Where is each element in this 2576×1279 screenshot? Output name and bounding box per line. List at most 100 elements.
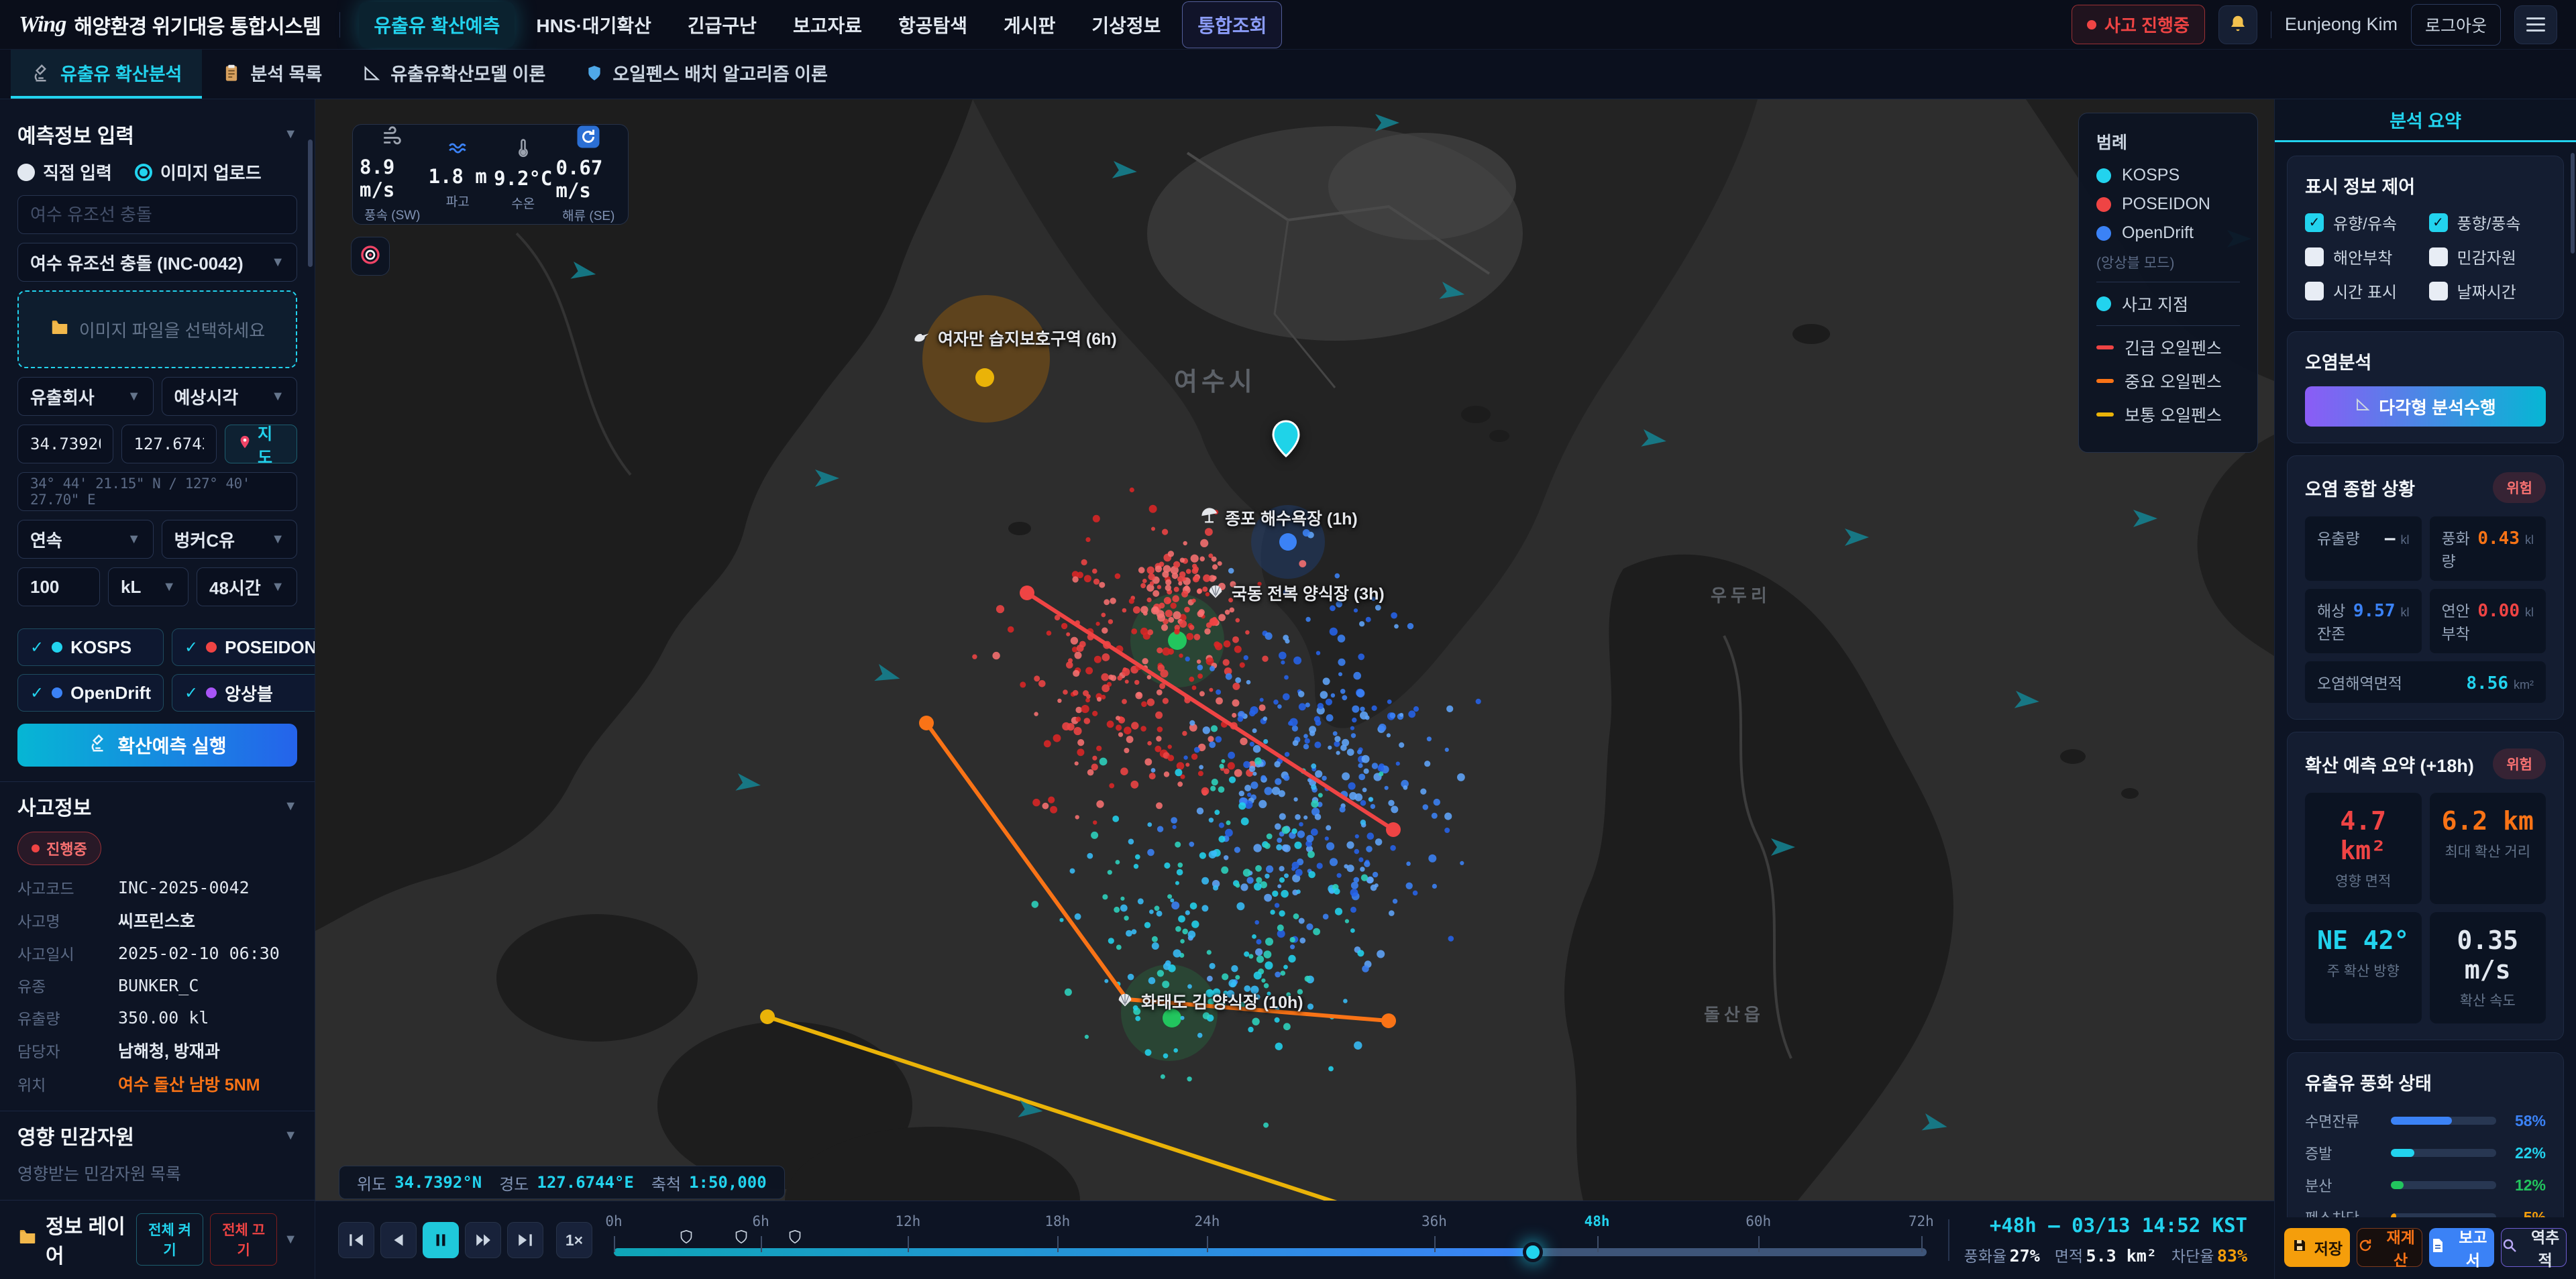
skip-end-button[interactable] [507,1222,543,1258]
logout-button[interactable]: 로그아웃 [2411,4,2501,46]
map-legend: 범례 KOSPSPOSEIDONOpenDrift (앙상블 모드) 사고 지점… [2078,113,2258,453]
timeline-time-display: +48h — 03/13 14:52 KST [1990,1214,2247,1237]
nav-item-7[interactable]: 기상정보 [1077,2,1175,48]
tab-1[interactable]: 유출유 확산분석 [11,50,202,99]
skip-start-button[interactable] [338,1222,374,1258]
notifications-button[interactable] [2218,5,2257,44]
spill-mode-select[interactable]: 연속▼ [17,520,154,559]
incident-row: 유출량350.00 kl [17,1006,297,1029]
expected-time-select[interactable]: 예상시각▼ [162,377,298,416]
nav-item-8[interactable]: 통합조회 [1182,1,1282,48]
incident-dot-icon [2096,296,2111,311]
action-재계산-button[interactable]: 재계산 [2357,1228,2422,1267]
timeline-tick-24h: 24h [1194,1213,1220,1229]
menu-button[interactable] [2514,5,2557,44]
microscope-icon [88,733,108,758]
weathering-card: 유출유 풍화 상태 수면잔류58%증발22%분산12%펜스차단5%해안도달3% [2287,1052,2564,1217]
tab-2[interactable]: 분석 목록 [202,50,342,99]
polygon-analysis-button[interactable]: 다각형 분석수행 [2305,386,2546,427]
timeline-tick-line [614,1236,615,1252]
action-역추적-button[interactable]: 역추적 [2501,1228,2567,1267]
fast-forward-button[interactable] [465,1222,501,1258]
timeline-track[interactable] [614,1248,1927,1256]
map-coordinates-bar: 위도34.7392°N 경도127.6744°E 축척1:50,000 [339,1166,785,1199]
map-canvas[interactable]: 여수시우두리돌산읍 여자만 습지보호구역 (6h)종포 해수욕장 (1h)국동 … [315,99,2274,1201]
action-보고서-button[interactable]: 보고서 [2429,1228,2495,1267]
display-check-풍향/풍속[interactable]: ✓풍향/풍속 [2429,211,2546,234]
forecast-stat: 0.35 m/s확산 속도 [2430,912,2546,1023]
display-check-유향/유속[interactable]: ✓유향/유속 [2305,211,2422,234]
display-check-해안부착[interactable]: 해안부착 [2305,245,2422,268]
amount-input[interactable] [17,567,100,606]
layers-all-off-button[interactable]: 전체 끄기 [210,1213,277,1266]
tab-4[interactable]: 오일펜스 배치 알고리즘 이론 [566,50,848,99]
checkbox-icon[interactable] [2305,247,2324,266]
company-select[interactable]: 유출회사▼ [17,377,154,416]
action-저장-button[interactable]: 저장 [2284,1228,2350,1267]
radio-image-upload[interactable]: 이미지 업로드 [135,160,262,184]
nav-item-2[interactable]: HNS·대기확산 [521,2,665,48]
image-upload-dropzone[interactable]: 이미지 파일을 선택하세요 [17,290,297,368]
layers-all-on-button[interactable]: 전체 켜기 [136,1213,203,1266]
shield-icon [586,64,603,82]
run-forecast-button[interactable]: 확산예측 실행 [17,724,297,767]
incident-section-title: 사고정보▼ [17,791,297,821]
status-cell-유출량: 유출량—kl [2305,516,2422,581]
model-chip-OpenDrift[interactable]: ✓OpenDrift [17,674,164,712]
checkbox-icon[interactable] [2429,282,2448,300]
pause-button[interactable] [423,1222,459,1258]
weather-metric-thermo: 9.2°C수온 [490,137,556,212]
city-label-돌산읍: 돌산읍 [1704,1001,1764,1026]
legend-fence-보통 오일펜스: 보통 오일펜스 [2096,402,2240,427]
legend-model-OpenDrift: OpenDrift [2096,223,2240,243]
model-chip-KOSPS[interactable]: ✓KOSPS [17,628,164,666]
forecast-stat: 6.2 km최대 확산 거리 [2430,793,2546,904]
longitude-input[interactable] [121,425,217,463]
checkbox-icon[interactable]: ✓ [2429,213,2448,232]
sidebar-scrollbar[interactable] [308,140,313,267]
checkbox-icon[interactable] [2305,282,2324,300]
timeline-slider[interactable]: 0h6h12h18h24h36h48h60h72h [614,1201,1927,1279]
model-color-dot [206,687,217,698]
panel-scrollbar[interactable] [2571,153,2575,254]
incident-name-input[interactable] [17,195,297,234]
tab-3[interactable]: 유출유확산모델 이론 [342,50,566,99]
model-chip-group: ✓KOSPS✓POSEIDON✓OpenDrift✓앙상블 [17,628,297,712]
latitude-input[interactable] [17,425,113,463]
speed-button[interactable]: 1× [556,1222,592,1258]
timeline-divider [1948,1219,1949,1261]
radio-selected-icon [135,164,152,181]
display-check-시간 표시[interactable]: 시간 표시 [2305,279,2422,302]
model-color-dot [206,642,217,653]
duration-select[interactable]: 48시간▼ [197,567,297,606]
recenter-target-button[interactable] [351,237,390,276]
display-check-민감자원[interactable]: 민감자원 [2429,245,2546,268]
model-chip-앙상블[interactable]: ✓앙상블 [172,674,315,712]
nav-item-4[interactable]: 보고자료 [778,2,877,48]
oil-type-select[interactable]: 벙커C유▼ [162,520,298,559]
collapse-caret-icon[interactable]: ▼ [284,127,297,142]
timeline-tick-line [1758,1236,1760,1252]
checkbox-icon[interactable] [2429,247,2448,266]
incident-row-label: 유종 [17,974,118,997]
target-icon [360,244,381,269]
nav-item-3[interactable]: 긴급구난 [673,2,771,48]
nav-item-1[interactable]: 유출유 확산예측 [359,2,515,48]
pick-on-map-button[interactable]: 지도 [225,425,297,463]
timeline-fence-marker-icon [788,1229,802,1247]
incident-row: 사고일시2025-02-10 06:30 [17,942,297,964]
incident-location-pin[interactable] [1271,419,1301,461]
nav-divider [339,12,340,38]
model-chip-POSEIDON[interactable]: ✓POSEIDON [172,628,315,666]
nav-item-6[interactable]: 게시판 [989,2,1070,48]
radio-direct-input[interactable]: 직접 입력 [17,160,112,184]
step-back-button[interactable] [380,1222,417,1258]
unit-select[interactable]: kL▼ [108,567,189,606]
timeline-playhead[interactable] [1523,1242,1543,1262]
analysis-summary-tab[interactable]: 분석 요약 [2275,99,2576,142]
nav-item-5[interactable]: 항공탐색 [883,2,982,48]
checkbox-icon[interactable]: ✓ [2305,213,2324,232]
incident-select[interactable]: 여수 유조선 충돌 (INC-0042)▼ [17,243,297,282]
city-label-여수시: 여수시 [1174,361,1256,398]
display-check-날짜시간[interactable]: 날짜시간 [2429,279,2546,302]
